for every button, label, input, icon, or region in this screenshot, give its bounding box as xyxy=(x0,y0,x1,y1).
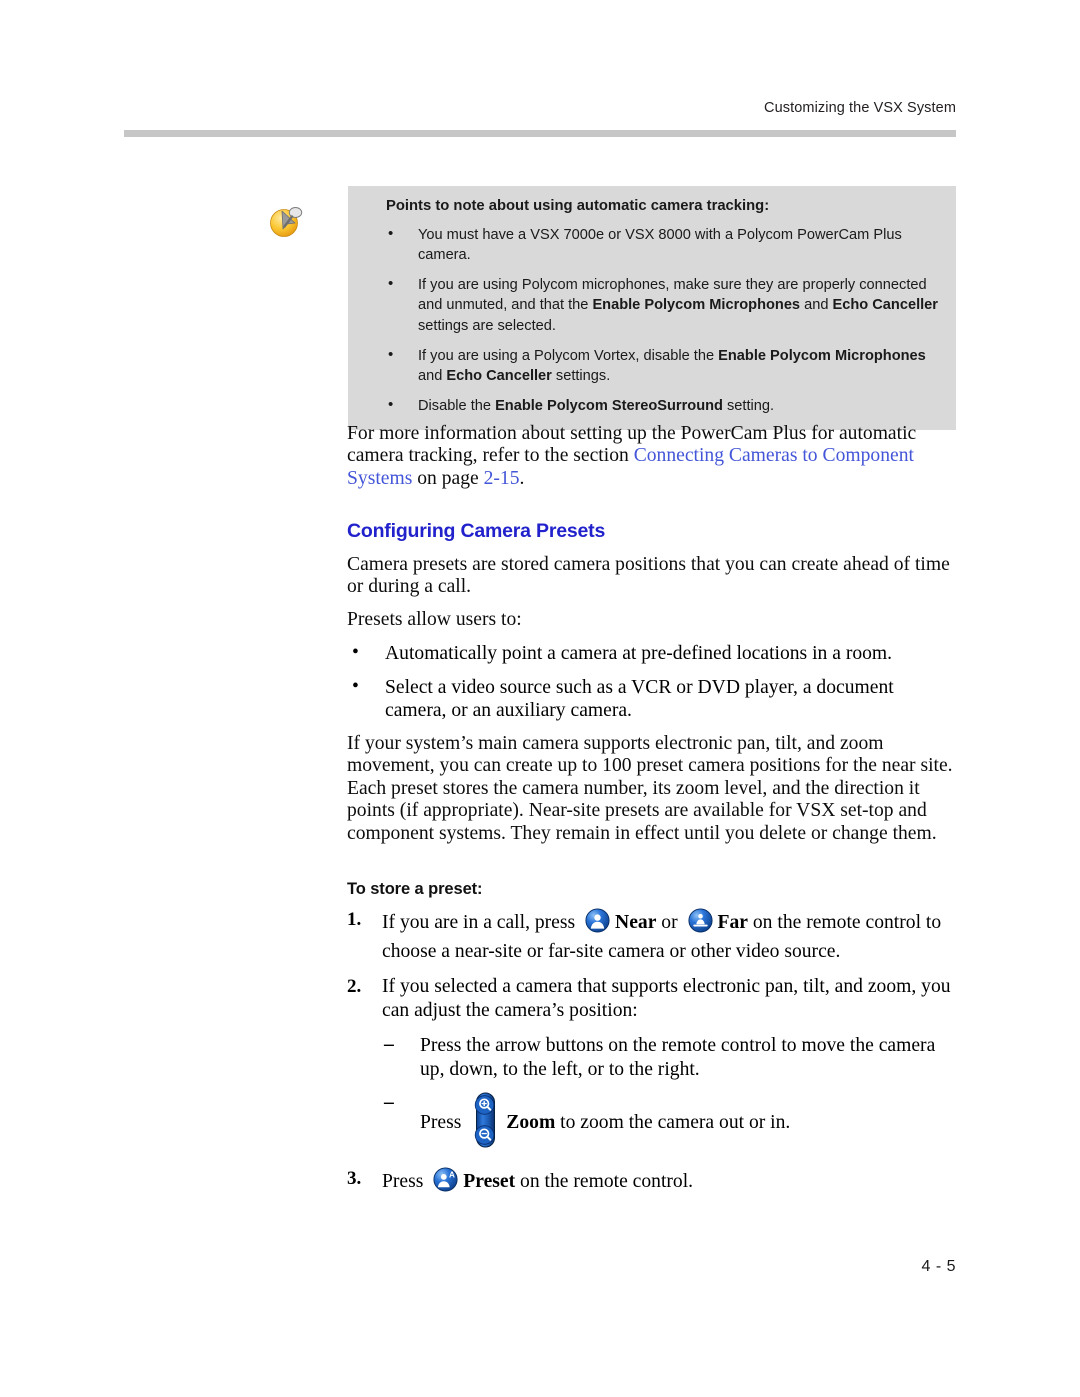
reference-paragraph: For more information about setting up th… xyxy=(347,423,952,490)
run-text: or xyxy=(656,912,683,933)
bullet-glyph: • xyxy=(388,345,394,363)
bullet-glyph: • xyxy=(388,274,394,292)
remote-far-button-icon xyxy=(687,908,713,940)
remote-near-button-icon xyxy=(585,908,610,940)
paragraph-ptz-details: If your system’s main camera supports el… xyxy=(347,733,953,844)
procedure-heading: To store a preset: xyxy=(347,880,483,898)
emphasis-text: Enable Polycom Microphones xyxy=(718,347,926,364)
dash-glyph: – xyxy=(384,1034,394,1055)
run-text: and xyxy=(418,368,447,385)
substep-list: – Press the arrow buttons on the remote c… xyxy=(382,1034,962,1155)
note-title: Points to note about using automatic cam… xyxy=(386,198,770,214)
list-item: • Automatically point a camera at pre-def… xyxy=(347,642,959,665)
emphasis-text: Far xyxy=(717,912,748,933)
dash-glyph: – xyxy=(384,1092,394,1113)
page-number: 4 - 5 xyxy=(921,1258,956,1275)
emphasis-text: Zoom xyxy=(506,1112,556,1133)
emphasis-text: Enable Polycom StereoSurround xyxy=(495,397,723,414)
section-heading: Configuring Camera Presets xyxy=(347,520,606,542)
step-number: 3. xyxy=(347,1167,362,1189)
svg-text:A: A xyxy=(449,1170,455,1179)
step-text: If you selected a camera that supports e… xyxy=(382,976,951,1021)
list-item-label: Select a video source such as a VCR or D… xyxy=(385,677,894,721)
emphasis-text: Preset xyxy=(463,1170,516,1192)
note-pushpin-icon xyxy=(268,204,304,238)
bullet-glyph: • xyxy=(388,395,394,413)
run-text: settings are selected. xyxy=(418,317,556,334)
emphasis-text: Echo Canceller xyxy=(832,297,938,314)
running-header: Customizing the VSX System xyxy=(764,100,956,116)
run-text: on the remote control. xyxy=(515,1170,694,1192)
xref-page-number-link[interactable]: 2-15 xyxy=(484,468,520,489)
run-text: settings. xyxy=(551,368,611,385)
reference-tail: . xyxy=(519,467,525,489)
procedure-step: 2. If you selected a camera that supports… xyxy=(347,975,962,1155)
step-number: 1. xyxy=(347,909,362,930)
procedure-step: 1. If you are in a call, press Near or Fa… xyxy=(347,908,962,963)
run-text: If you are using a Polycom Vortex, disab… xyxy=(418,347,719,364)
paragraph-presets-allow: Presets allow users to: xyxy=(347,609,522,630)
bullet-glyph: • xyxy=(388,224,394,242)
note-list-item: • You must have a VSX 7000e or VSX 8000 w… xyxy=(348,225,956,266)
run-text: If you selected a camera that supports e… xyxy=(382,976,951,1021)
run-text: Press the arrow buttons on the remote co… xyxy=(420,1035,936,1080)
run-text: Press xyxy=(382,1170,429,1192)
note-list-item: • If you are using a Polycom Vortex, disa… xyxy=(348,346,956,387)
procedure-step: 3. Press A Preset on the remote control. xyxy=(347,1166,962,1199)
step-text: Press A Preset on the remote control. xyxy=(382,1166,694,1192)
run-text: and xyxy=(800,297,833,314)
bullet-glyph: • xyxy=(352,676,359,698)
remote-preset-button-icon: A xyxy=(433,1166,458,1199)
run-text: Press xyxy=(420,1112,467,1133)
note-box: Points to note about using automatic cam… xyxy=(348,186,956,431)
substep-item: – Press Zoom to zoom the camera out or in… xyxy=(382,1092,962,1155)
step-text: If you are in a call, press Near or Far … xyxy=(382,908,941,962)
paragraph-presets-intro: Camera presets are stored camera positio… xyxy=(347,554,950,598)
procedure-step-list: 1. If you are in a call, press Near or Fa… xyxy=(347,908,962,1210)
emphasis-text: Echo Canceller xyxy=(446,368,552,385)
bullet-glyph: • xyxy=(352,642,359,663)
run-text: setting. xyxy=(722,397,775,414)
note-list-item: • Disable the Enable Polycom StereoSurrou… xyxy=(348,396,956,417)
remote-zoom-rocker-icon xyxy=(472,1092,499,1155)
emphasis-text: Near xyxy=(615,912,657,933)
run-text: Disable the xyxy=(418,397,496,414)
note-bullet-list: • You must have a VSX 7000e or VSX 8000 w… xyxy=(348,225,956,417)
emphasis-text: Enable Polycom Microphones xyxy=(592,297,801,314)
reference-middle: on page xyxy=(412,467,484,489)
run-text: If you are in a call, press xyxy=(382,912,581,933)
header-rule xyxy=(124,130,956,137)
run-text: You must have a VSX 7000e or VSX 8000 wi… xyxy=(418,226,902,264)
list-item: • Select a video source such as a VCR or … xyxy=(347,676,959,722)
list-item-label: Automatically point a camera at pre-defi… xyxy=(385,643,893,664)
note-list-item: • If you are using Polycom microphones, m… xyxy=(348,275,956,337)
substep-item: – Press the arrow buttons on the remote c… xyxy=(382,1034,962,1081)
presets-bullet-list: • Automatically point a camera at pre-def… xyxy=(347,642,959,734)
run-text: to zoom the camera out or in. xyxy=(555,1112,791,1133)
step-number: 2. xyxy=(347,976,362,997)
